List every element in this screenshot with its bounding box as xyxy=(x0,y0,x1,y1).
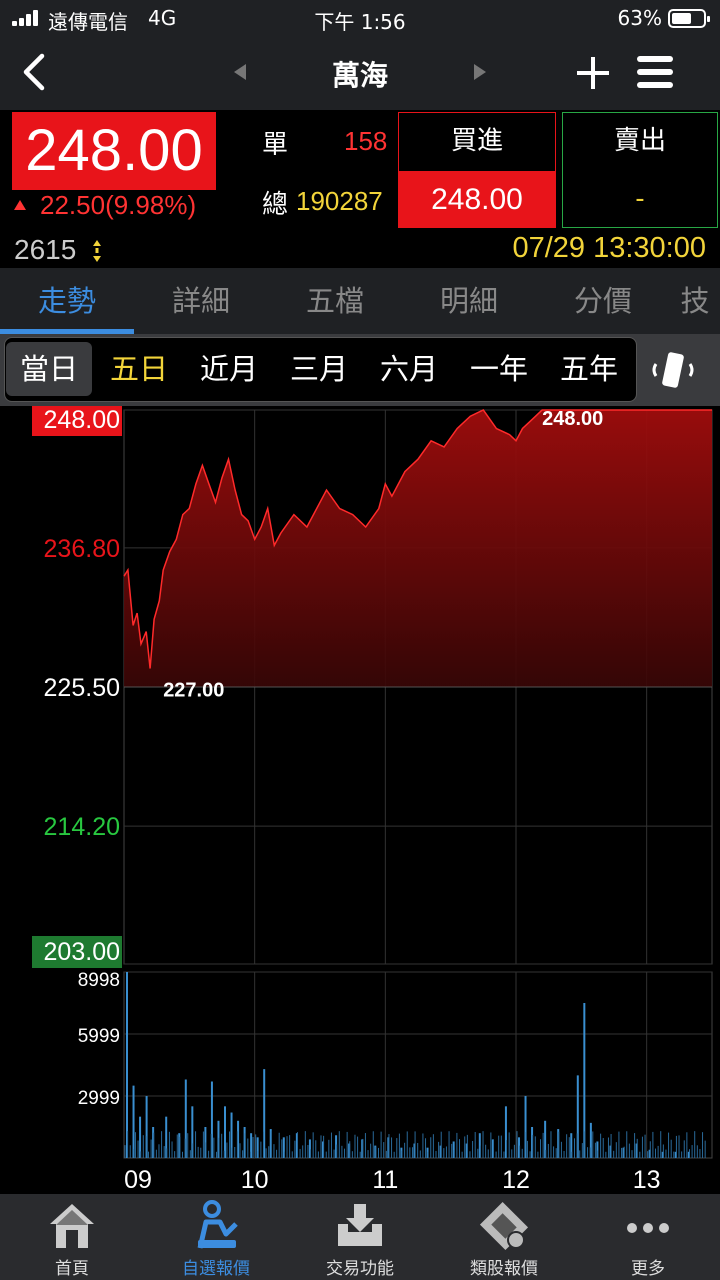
price-annotation: 227.00 xyxy=(163,680,224,702)
tab-item[interactable]: 五檔 xyxy=(268,268,402,334)
quote-header: 248.00 22.50(9.98%) 單 158 總 190287 買進 24… xyxy=(0,110,720,268)
bottom-nav-label: 類股報價 xyxy=(470,1259,538,1279)
home-icon xyxy=(50,1204,94,1248)
bottom-nav-label: 更多 xyxy=(631,1259,665,1279)
tab-item[interactable]: 技 xyxy=(670,268,720,334)
y-tick-label: 236.80 xyxy=(44,535,120,563)
total-volume-value: 190287 xyxy=(296,186,383,216)
price-area xyxy=(124,410,712,687)
last-price: 248.00 xyxy=(12,112,216,190)
battery-percent: 63% xyxy=(617,6,662,30)
bottom-nav-label: 首頁 xyxy=(55,1259,89,1279)
period-button[interactable]: 五年 xyxy=(546,342,632,396)
buy-button[interactable]: 買進 248.00 xyxy=(398,112,556,228)
period-selector: 當日 五日 近月 三月 六月 一年 五年 xyxy=(0,334,720,406)
sell-button[interactable]: 賣出 - xyxy=(562,112,718,228)
buy-price: 248.00 xyxy=(399,171,555,228)
status-time: 下午 1:56 xyxy=(314,10,406,34)
tab-item[interactable]: 詳細 xyxy=(134,268,268,334)
single-volume-value: 158 xyxy=(344,126,388,156)
x-tick-label: 11 xyxy=(372,1166,398,1194)
price-annotation: 248.00 xyxy=(542,408,603,430)
stock-code: 2615 xyxy=(14,234,77,265)
tab-item[interactable]: 分價 xyxy=(536,268,670,334)
bottom-nav-label: 自選報價 xyxy=(182,1259,250,1279)
plus-icon[interactable] xyxy=(574,54,612,92)
next-stock-icon[interactable] xyxy=(474,64,486,80)
sell-label: 賣出 xyxy=(613,126,666,156)
stock-name-title: 萬海 xyxy=(331,59,388,92)
period-button[interactable]: 三月 xyxy=(276,342,362,396)
hamburger-menu-icon[interactable] xyxy=(636,54,674,90)
volume-y-label: 5999 xyxy=(78,1026,120,1047)
x-tick-label: 09 xyxy=(124,1166,152,1194)
quote-datetime: 07/29 13:30:00 xyxy=(512,232,706,264)
volume-y-label: 2999 xyxy=(78,1088,120,1109)
period-button[interactable]: 六月 xyxy=(366,342,452,396)
trade-download-icon xyxy=(338,1204,382,1246)
bottom-nav-custom-quote[interactable]: 自選報價 xyxy=(144,1194,288,1280)
buy-label: 買進 xyxy=(450,126,503,156)
y-tick-label: 203.00 xyxy=(44,938,120,966)
period-button[interactable]: 當日 xyxy=(6,342,92,396)
x-tick-label: 13 xyxy=(633,1166,661,1194)
period-button[interactable]: 近月 xyxy=(186,342,272,396)
up-triangle-icon xyxy=(14,200,26,210)
y-tick-label: 225.50 xyxy=(44,674,120,702)
nav-bar: 萬海 xyxy=(0,36,720,110)
period-button[interactable]: 一年 xyxy=(456,342,542,396)
bottom-nav-sector[interactable]: 類股報價 xyxy=(432,1194,576,1280)
chart-canvas: 248.00 236.80 225.50 214.20 203.00 227.00 248.… xyxy=(32,406,713,1194)
y-tick-label: 214.20 xyxy=(44,813,120,841)
bottom-nav-trade[interactable]: 交易功能 xyxy=(288,1194,432,1280)
x-tick-label: 10 xyxy=(241,1166,269,1194)
volume-y-label: 8998 xyxy=(78,970,120,991)
custom-quote-icon xyxy=(197,1200,238,1249)
bottom-nav-home[interactable]: 首頁 xyxy=(0,1194,144,1280)
status-bar: 遠傳電信 4G 下午 1:56 63% xyxy=(0,0,720,36)
tab-item[interactable]: 明細 xyxy=(402,268,536,334)
price-change-value: 22.50(9.98%) xyxy=(40,190,197,220)
bottom-nav-label: 交易功能 xyxy=(326,1259,394,1279)
price-change: 22.50(9.98%) xyxy=(14,190,196,221)
intraday-chart[interactable]: 248.00 236.80 225.50 214.20 203.00 227.00 248.… xyxy=(0,406,720,1194)
tab-item[interactable]: 走勢 xyxy=(0,268,134,334)
detail-tabs: 走勢 詳細 五檔 明細 分價技 xyxy=(0,268,720,334)
sell-price: - xyxy=(635,184,645,214)
more-dots-icon xyxy=(627,1223,669,1233)
bottom-nav: 首頁 自選報價 交易功能 類股報價 更多 xyxy=(0,1194,720,1280)
x-tick-label: 12 xyxy=(502,1166,530,1194)
updown-dots-icon[interactable] xyxy=(92,240,102,262)
single-volume-label: 單 xyxy=(262,130,289,160)
period-button[interactable]: 五日 xyxy=(96,342,182,396)
bottom-nav-more[interactable]: 更多 xyxy=(576,1194,720,1280)
rotate-screen-icon[interactable] xyxy=(650,350,696,390)
battery-icon xyxy=(668,9,710,28)
y-tick-label: 248.00 xyxy=(44,406,120,434)
total-volume-label: 總 xyxy=(262,190,289,220)
sector-film-icon xyxy=(479,1201,529,1251)
